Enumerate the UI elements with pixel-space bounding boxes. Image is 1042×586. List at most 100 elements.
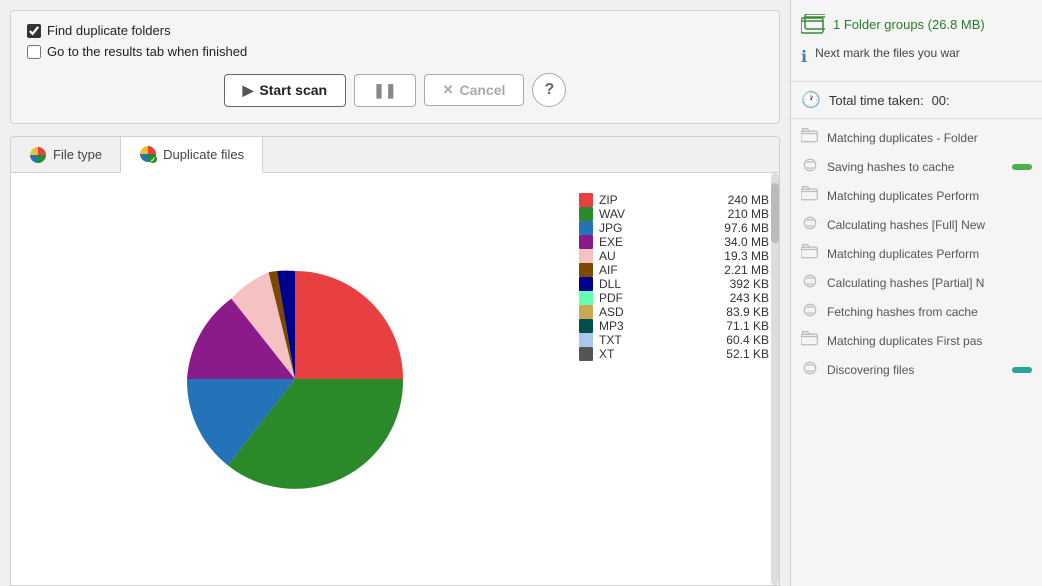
legend-item: WAV 210 MB bbox=[579, 207, 769, 221]
legend-color-swatch bbox=[579, 333, 593, 347]
progress-icon bbox=[801, 302, 819, 321]
goto-results-row: Go to the results tab when finished bbox=[27, 44, 763, 59]
find-duplicates-checkbox[interactable] bbox=[27, 24, 41, 38]
tab-file-type[interactable]: File type bbox=[11, 137, 121, 172]
svg-text:✓: ✓ bbox=[150, 157, 156, 163]
legend-size: 210 MB bbox=[728, 207, 769, 221]
legend-color-swatch bbox=[579, 235, 593, 249]
legend-type: ZIP bbox=[599, 193, 722, 207]
legend-type: EXE bbox=[599, 235, 718, 249]
progress-item: Calculating hashes [Full] New bbox=[791, 210, 1042, 239]
progress-item: Fetching hashes from cache bbox=[791, 297, 1042, 326]
progress-label: Calculating hashes [Partial] N bbox=[827, 276, 1032, 290]
legend-size: 392 KB bbox=[730, 277, 769, 291]
info-icon: ℹ bbox=[801, 47, 807, 67]
progress-bar bbox=[1012, 164, 1032, 170]
tabs-area: File type ✓ Duplicate files bbox=[10, 136, 780, 586]
play-icon: ▶ bbox=[243, 82, 254, 99]
pie-chart bbox=[175, 259, 415, 499]
goto-results-checkbox[interactable] bbox=[27, 45, 41, 59]
progress-icon bbox=[801, 215, 819, 234]
legend-color-swatch bbox=[579, 305, 593, 319]
legend-color-swatch bbox=[579, 291, 593, 305]
legend-type: TXT bbox=[599, 333, 720, 347]
progress-label: Matching duplicates Perform bbox=[827, 189, 1032, 203]
pause-button[interactable]: ❚❚ bbox=[354, 74, 415, 107]
progress-icon bbox=[801, 273, 819, 292]
legend-size: 34.0 MB bbox=[724, 235, 769, 249]
legend-item: AIF 2.21 MB bbox=[579, 263, 769, 277]
total-time-row: 🕐 Total time taken: 00: bbox=[791, 82, 1042, 119]
progress-label: Discovering files bbox=[827, 363, 1004, 377]
help-icon: ? bbox=[545, 81, 555, 99]
legend-size: 2.21 MB bbox=[724, 263, 769, 277]
legend-item: ZIP 240 MB bbox=[579, 193, 769, 207]
progress-item: Matching duplicates - Folder bbox=[791, 123, 1042, 152]
help-button[interactable]: ? bbox=[532, 73, 566, 107]
progress-icon bbox=[801, 244, 819, 263]
legend-type: DLL bbox=[599, 277, 724, 291]
legend-color-swatch bbox=[579, 347, 593, 361]
legend-color-swatch bbox=[579, 249, 593, 263]
legend-type: WAV bbox=[599, 207, 722, 221]
legend-item: EXE 34.0 MB bbox=[579, 235, 769, 249]
progress-label: Saving hashes to cache bbox=[827, 160, 1004, 174]
legend-size: 52.1 KB bbox=[726, 347, 769, 361]
legend-type: MP3 bbox=[599, 319, 720, 333]
folder-groups-icon bbox=[801, 14, 825, 34]
progress-item: Matching duplicates Perform bbox=[791, 181, 1042, 210]
legend-color-swatch bbox=[579, 319, 593, 333]
tabs-content: ZIP 240 MB WAV 210 MB JPG 97.6 MB EXE 34… bbox=[11, 173, 779, 585]
legend-color-swatch bbox=[579, 207, 593, 221]
clock-icon: 🕐 bbox=[801, 90, 821, 110]
legend-item: AU 19.3 MB bbox=[579, 249, 769, 263]
find-duplicates-row: Find duplicate folders bbox=[27, 23, 763, 38]
legend-area: ZIP 240 MB WAV 210 MB JPG 97.6 MB EXE 34… bbox=[579, 173, 779, 585]
progress-icon bbox=[801, 157, 819, 176]
legend-size: 243 KB bbox=[730, 291, 769, 305]
progress-item: Matching duplicates Perform bbox=[791, 239, 1042, 268]
progress-label: Fetching hashes from cache bbox=[827, 305, 1032, 319]
progress-label: Matching duplicates First pas bbox=[827, 334, 1032, 348]
folder-groups-row: 1 Folder groups (26.8 MB) bbox=[801, 8, 1032, 40]
progress-item: Calculating hashes [Partial] N bbox=[791, 268, 1042, 297]
legend-item: ASD 83.9 KB bbox=[579, 305, 769, 319]
progress-label: Calculating hashes [Full] New bbox=[827, 218, 1032, 232]
x-icon: ✕ bbox=[443, 82, 454, 98]
right-top-section: 1 Folder groups (26.8 MB) ℹ Next mark th… bbox=[791, 0, 1042, 82]
legend-scrollbar-thumb[interactable] bbox=[771, 183, 779, 243]
progress-icon bbox=[801, 186, 819, 205]
chart-area bbox=[11, 173, 579, 585]
top-controls: Find duplicate folders Go to the results… bbox=[10, 10, 780, 124]
legend-size: 240 MB bbox=[728, 193, 769, 207]
legend-type: AU bbox=[599, 249, 718, 263]
legend-item: PDF 243 KB bbox=[579, 291, 769, 305]
tab-duplicate-files-label: Duplicate files bbox=[163, 147, 244, 162]
legend-size: 60.4 KB bbox=[726, 333, 769, 347]
legend-scrollbar[interactable] bbox=[771, 173, 779, 585]
legend-color-swatch bbox=[579, 221, 593, 235]
legend-item: DLL 392 KB bbox=[579, 277, 769, 291]
total-time-value: 00: bbox=[932, 93, 950, 108]
cancel-button[interactable]: ✕ Cancel bbox=[424, 74, 525, 106]
next-mark-text: Next mark the files you war bbox=[815, 46, 960, 60]
legend-size: 97.6 MB bbox=[724, 221, 769, 235]
find-duplicates-label: Find duplicate folders bbox=[47, 23, 171, 38]
start-scan-button[interactable]: ▶ Start scan bbox=[224, 74, 346, 107]
progress-item: Matching duplicates First pas bbox=[791, 326, 1042, 355]
folder-groups-text: 1 Folder groups (26.8 MB) bbox=[833, 17, 985, 32]
legend-item: MP3 71.1 KB bbox=[579, 319, 769, 333]
pause-icon: ❚❚ bbox=[373, 82, 396, 99]
legend-size: 19.3 MB bbox=[724, 249, 769, 263]
tab-duplicate-files[interactable]: ✓ Duplicate files bbox=[121, 137, 263, 173]
tabs-header: File type ✓ Duplicate files bbox=[11, 137, 779, 173]
progress-item: Discovering files bbox=[791, 355, 1042, 384]
duplicate-files-icon: ✓ bbox=[139, 145, 157, 163]
start-scan-label: Start scan bbox=[259, 82, 327, 98]
legend-list: ZIP 240 MB WAV 210 MB JPG 97.6 MB EXE 34… bbox=[579, 193, 769, 361]
legend-item: XT 52.1 KB bbox=[579, 347, 769, 361]
legend-item: TXT 60.4 KB bbox=[579, 333, 769, 347]
cancel-label: Cancel bbox=[459, 82, 505, 98]
legend-size: 71.1 KB bbox=[726, 319, 769, 333]
right-panel: 1 Folder groups (26.8 MB) ℹ Next mark th… bbox=[790, 0, 1042, 586]
